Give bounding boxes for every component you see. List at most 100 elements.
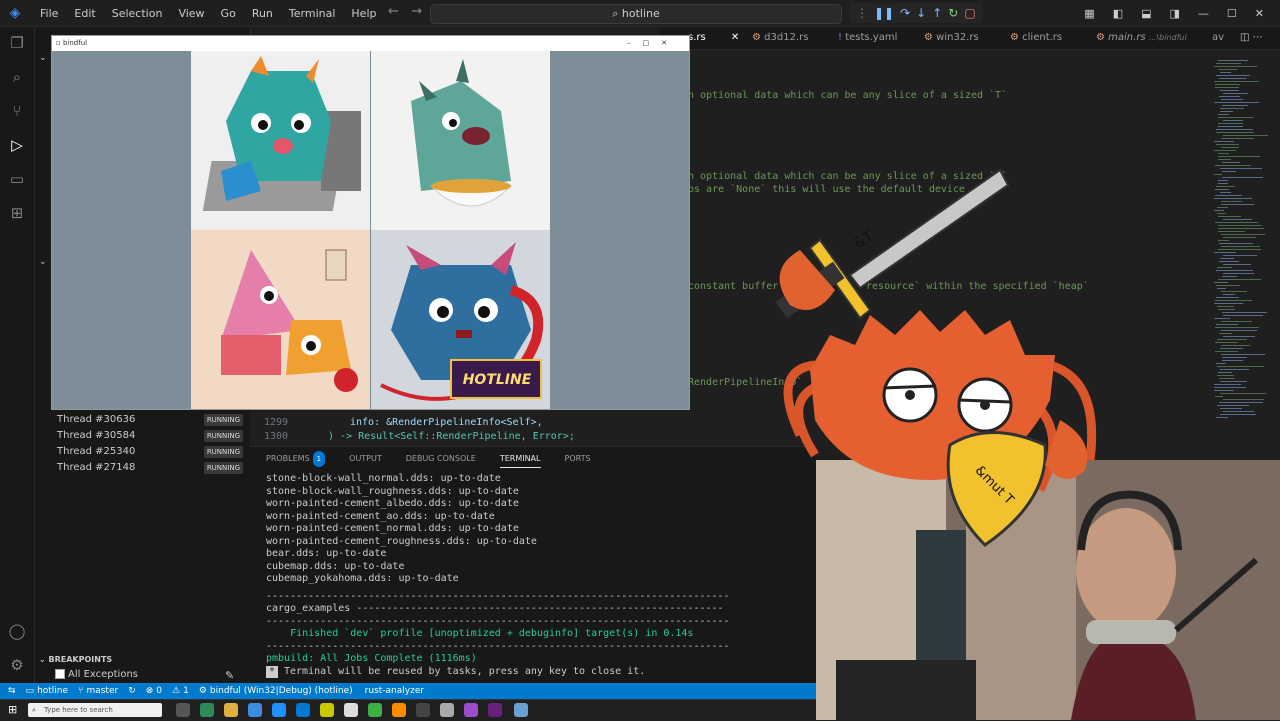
app-icon[interactable]	[320, 703, 334, 717]
minimap-line	[1219, 96, 1240, 97]
file-explorer-icon[interactable]	[224, 703, 238, 717]
menu-go[interactable]: Go	[213, 7, 244, 20]
remote-indicator-icon[interactable]: ⇆	[8, 686, 16, 696]
start-icon[interactable]: ⊞	[8, 703, 17, 716]
tab-label: OUTPUT	[349, 454, 382, 463]
status-folder[interactable]: hotline	[37, 686, 68, 696]
minimap-line	[1214, 141, 1234, 142]
toggle-sidebar-icon[interactable]: ◧	[1113, 7, 1123, 20]
tab-debug-console[interactable]: DEBUG CONSOLE	[406, 451, 476, 467]
tab-problems[interactable]: PROBLEMS 1	[266, 451, 326, 467]
visual-studio-icon[interactable]	[488, 703, 502, 717]
tab-win32[interactable]: ⚙ win32.rs	[924, 27, 979, 49]
minimap-line	[1219, 261, 1239, 262]
status-debug-config[interactable]: bindful (Win32|Debug) (hotline)	[210, 686, 353, 696]
task-view-icon[interactable]	[176, 703, 190, 717]
toggle-secondary-icon[interactable]: ◨	[1170, 7, 1180, 20]
tab-terminal[interactable]: TERMINAL	[499, 451, 541, 468]
run-debug-icon[interactable]: ▷	[7, 135, 27, 155]
status-branch[interactable]: master	[86, 686, 118, 696]
app-icon[interactable]	[514, 703, 528, 717]
app-window-titlebar[interactable]: ▫ bindful –□✕	[52, 36, 689, 51]
menu-run[interactable]: Run	[244, 7, 281, 20]
source-control-icon[interactable]: ⑂	[7, 101, 27, 121]
edge-icon[interactable]	[272, 703, 286, 717]
drag-handle-icon[interactable]: ⋮	[856, 6, 868, 20]
thread-row[interactable]: Thread #30584 RUNNING	[57, 430, 247, 444]
vscode-icon[interactable]	[296, 703, 310, 717]
menu-edit[interactable]: Edit	[66, 7, 103, 20]
minimap[interactable]	[1210, 50, 1280, 445]
status-analyzer[interactable]: rust-analyzer	[365, 686, 424, 696]
debug-toolbar: ⋮ ❚❚ ↷ ↓ ↑ ↻ ▢	[850, 3, 982, 23]
step-out-icon[interactable]: ↑	[932, 6, 942, 20]
edit-pencil-icon[interactable]: ✎	[225, 669, 234, 682]
all-exceptions-checkbox[interactable]: All Exceptions	[55, 669, 138, 680]
app-window[interactable]: ▫ bindful –□✕ HOTLINE	[51, 35, 690, 410]
terminal-icon[interactable]	[416, 703, 430, 717]
tab-client[interactable]: ⚙ client.rs	[1010, 27, 1062, 49]
tab-output[interactable]: OUTPUT	[349, 451, 382, 467]
nav-arrows[interactable]: ← →	[388, 4, 422, 19]
menu-view[interactable]: View	[170, 7, 212, 20]
restart-icon[interactable]: ↻	[948, 6, 958, 20]
menu-selection[interactable]: Selection	[104, 7, 171, 20]
minimize-icon[interactable]: —	[1198, 7, 1209, 20]
split-editor-icon[interactable]: ◫ ⋯	[1240, 27, 1263, 49]
minimap-line	[1216, 132, 1254, 133]
chevron-down-icon[interactable]: ⌄	[39, 257, 47, 267]
minimap-line	[1215, 396, 1223, 397]
sync-icon[interactable]: ↻	[128, 686, 136, 696]
remote-explorer-icon[interactable]: ▭	[7, 169, 27, 189]
chevron-down-icon[interactable]: ⌄	[39, 53, 47, 63]
forward-arrow-icon[interactable]: →	[411, 4, 422, 19]
tab-ports[interactable]: PORTS	[565, 451, 591, 467]
command-center-search[interactable]: ⌕ hotline	[430, 4, 842, 24]
status-errors[interactable]: 0	[156, 686, 162, 696]
tab-av[interactable]: av	[1212, 27, 1224, 49]
stop-icon[interactable]: ▢	[964, 6, 975, 20]
step-over-icon[interactable]: ↷	[900, 6, 910, 20]
checkbox-icon[interactable]	[55, 669, 65, 679]
minimap-line	[1223, 237, 1256, 238]
app-window-controls[interactable]: –□✕	[627, 36, 679, 51]
app-icon[interactable]	[344, 703, 358, 717]
app-icon[interactable]	[248, 703, 262, 717]
tab-active[interactable]: s.rs ✕	[688, 27, 739, 49]
thread-row[interactable]: Thread #30636 RUNNING	[57, 414, 247, 428]
extensions-icon[interactable]: ⊞	[7, 203, 27, 223]
close-icon[interactable]: ✕	[731, 32, 739, 43]
menu-help[interactable]: Help	[343, 7, 384, 20]
step-into-icon[interactable]: ↓	[916, 6, 926, 20]
pause-icon[interactable]: ❚❚	[874, 6, 894, 20]
app-icon[interactable]	[392, 703, 406, 717]
thread-row[interactable]: Thread #27148 RUNNING	[57, 462, 247, 476]
explorer-icon[interactable]: ❐	[7, 33, 27, 53]
terminal-line: Terminal will be reused by tasks, press …	[284, 665, 646, 677]
menu-terminal[interactable]: Terminal	[281, 7, 344, 20]
back-arrow-icon[interactable]: ←	[388, 4, 399, 19]
search-icon[interactable]: ⌕	[7, 67, 27, 87]
taskbar-search[interactable]: ⌕ Type here to search	[28, 703, 162, 717]
app-icon[interactable]	[368, 703, 382, 717]
close-icon[interactable]: ✕	[1255, 7, 1264, 20]
app-icon[interactable]	[200, 703, 214, 717]
minimap-line	[1223, 273, 1254, 274]
status-warnings[interactable]: 1	[183, 686, 189, 696]
minimap-line	[1218, 159, 1231, 160]
tab-main[interactable]: ⚙ main.rs ...\bindful	[1096, 27, 1187, 49]
account-icon[interactable]: ◯	[7, 621, 27, 641]
terminal-output[interactable]: stone-block-wall_normal.dds: up-to-date …	[266, 473, 816, 678]
settings-gear-icon[interactable]: ⚙	[7, 655, 27, 675]
render-viewport[interactable]: HOTLINE	[52, 51, 689, 409]
layout-icon[interactable]: ▦	[1084, 7, 1094, 20]
toggle-panel-icon[interactable]: ⬓	[1141, 7, 1151, 20]
app-icon[interactable]	[440, 703, 454, 717]
obs-icon[interactable]	[464, 703, 478, 717]
tab-tests-yaml[interactable]: ! tests.yaml	[838, 27, 897, 49]
tab-d3d12[interactable]: ⚙ d3d12.rs	[752, 27, 808, 49]
menu-file[interactable]: File	[32, 7, 66, 20]
breakpoints-header[interactable]: ⌄ BREAKPOINTS	[39, 655, 112, 664]
thread-row[interactable]: Thread #25340 RUNNING	[57, 446, 247, 460]
maximize-icon[interactable]: ☐	[1227, 7, 1237, 20]
